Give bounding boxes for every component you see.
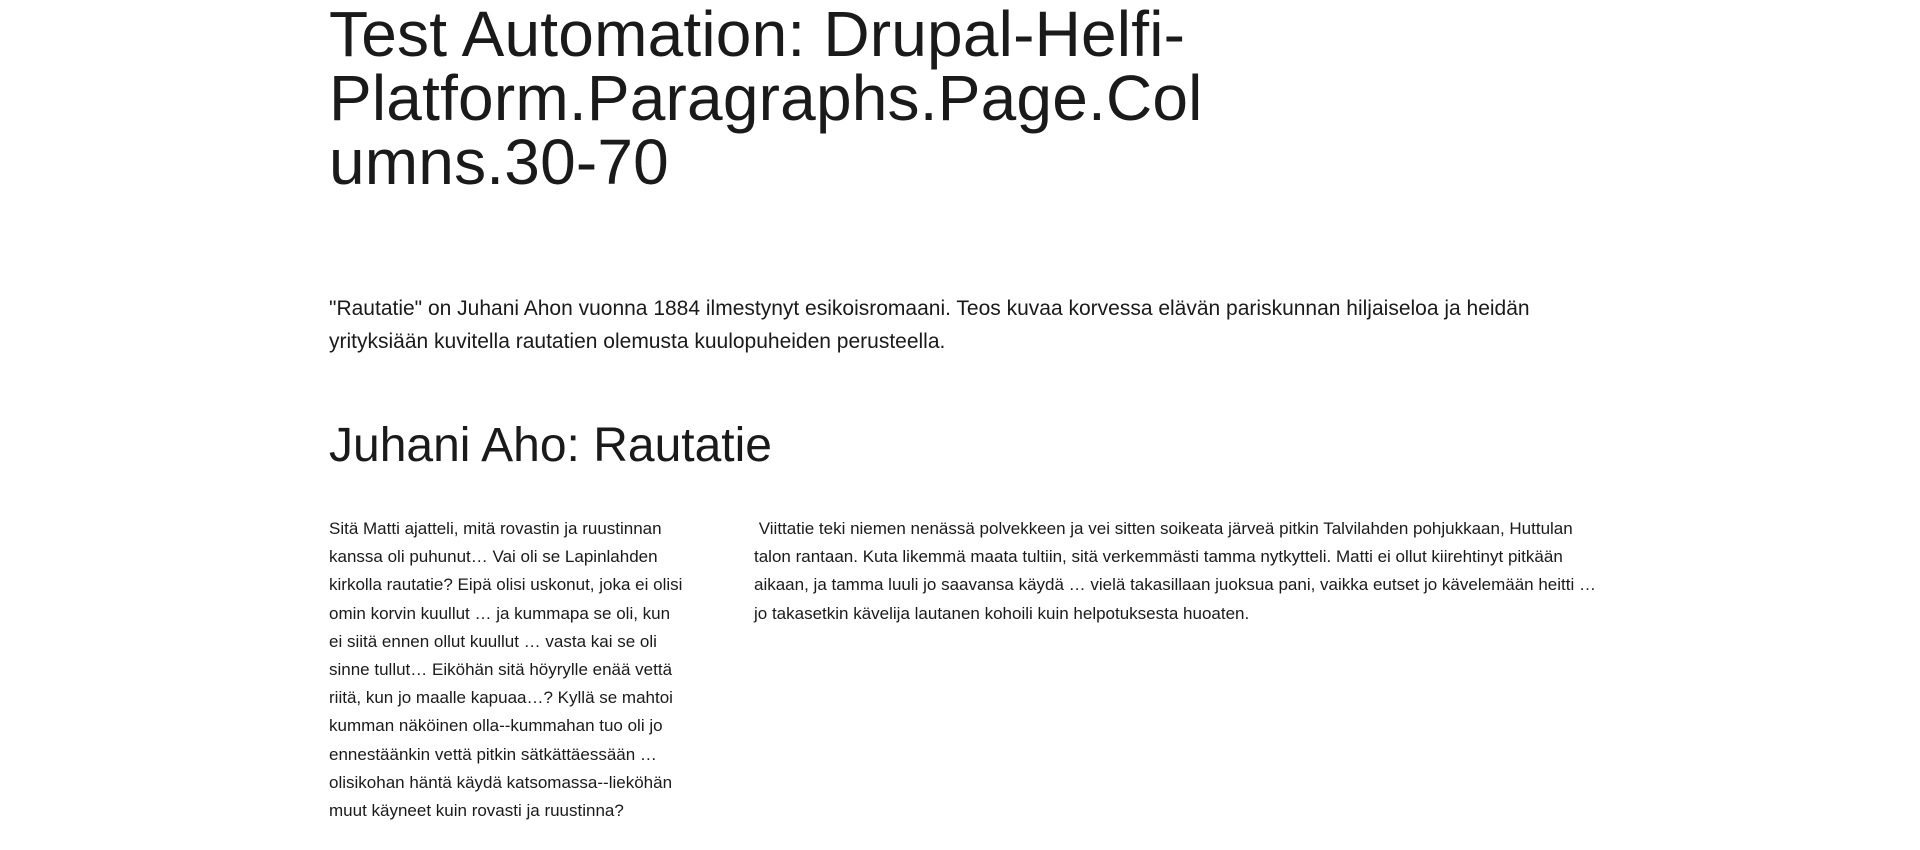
main-content: Test Automation: Drupal-Helfi-Platform.P… <box>329 0 1599 820</box>
lead-paragraph: "Rautatie" on Juhani Ahon vuonna 1884 il… <box>329 297 1530 353</box>
column-left-text: Sitä Matti ajatteli, mitä rovastin ja ru… <box>329 519 683 821</box>
column-right-text: Viittatie teki niemen nenässä polvekkeen… <box>754 519 1601 623</box>
column-left: Sitä Matti ajatteli, mitä rovastin ja ru… <box>329 515 684 825</box>
columns-30-70: Sitä Matti ajatteli, mitä rovastin ja ru… <box>329 515 1599 825</box>
column-right: Viittatie teki niemen nenässä polvekkeen… <box>754 515 1599 825</box>
page-title: Test Automation: Drupal-Helfi-Platform.P… <box>329 0 1203 198</box>
section-title: Juhani Aho: Rautatie <box>329 419 772 472</box>
